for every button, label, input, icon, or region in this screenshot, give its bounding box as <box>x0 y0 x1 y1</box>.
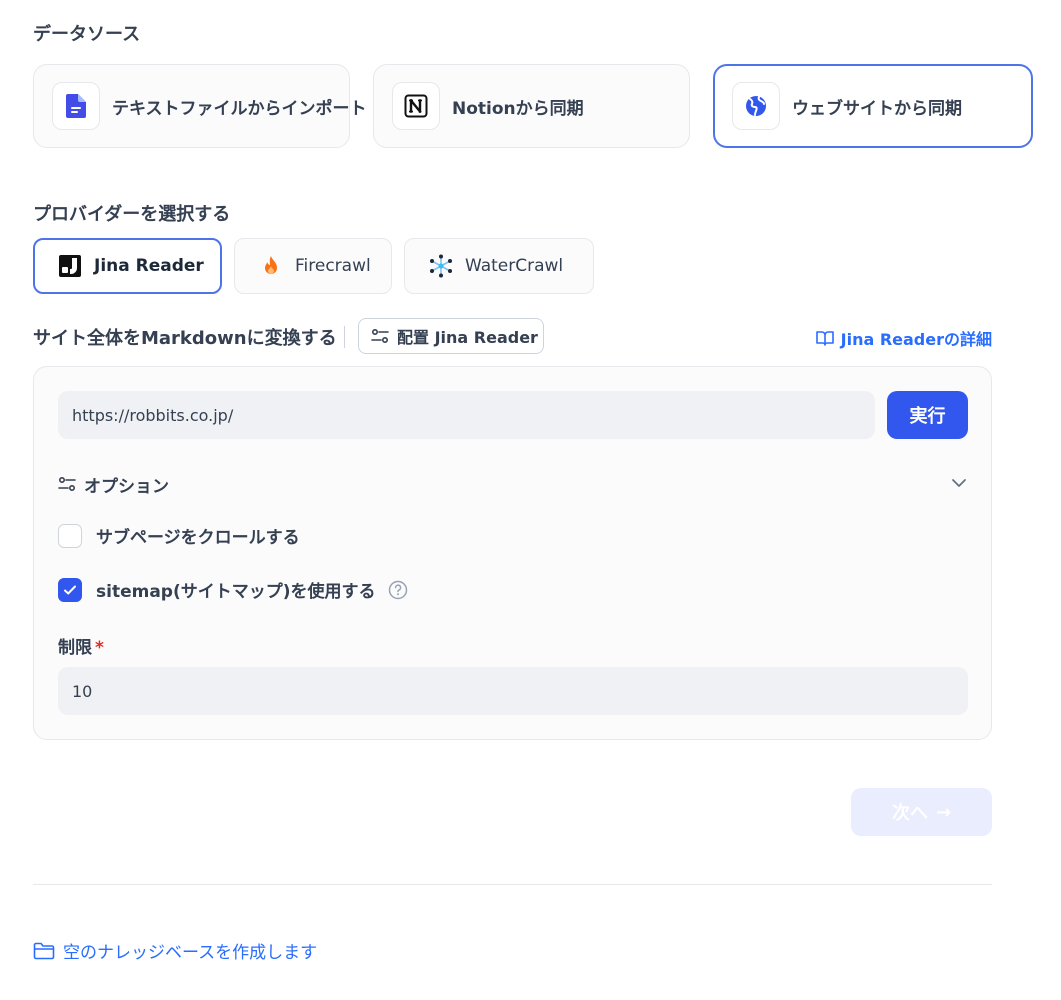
create-empty-knowledge-base-link[interactable]: 空のナレッジベースを作成します <box>33 938 317 963</box>
configure-button-label: 配置 Jina Reader <box>397 328 538 347</box>
use-sitemap-option[interactable]: sitemap(サイトマップ)を使用する <box>58 577 408 602</box>
provider-option-label: Jina Reader <box>94 256 204 276</box>
url-input-value: https://robbits.co.jp/ <box>72 405 234 425</box>
use-sitemap-checkbox[interactable] <box>58 577 82 602</box>
settings-sliders-icon <box>58 476 76 492</box>
provider-option-label: Firecrawl <box>295 256 371 276</box>
options-toggle[interactable]: オプション <box>58 471 968 497</box>
arrow-right-icon: → <box>935 801 952 823</box>
file-text-icon <box>52 82 100 130</box>
next-button-label: 次へ <box>891 803 928 824</box>
watercrawl-logo-icon <box>429 254 453 278</box>
settings-sliders-icon <box>371 328 389 344</box>
folder-icon <box>33 942 55 959</box>
run-button[interactable]: 実行 <box>887 391 968 439</box>
limit-label-text: 制限 <box>58 638 92 658</box>
data-source-card-text-file[interactable]: テキストファイルからインポート <box>33 64 367 148</box>
data-source-card-label: テキストファイルからインポート <box>112 98 367 119</box>
globe-icon <box>732 82 780 130</box>
data-source-card-website[interactable]: ウェブサイトから同期 <box>713 64 1033 148</box>
limit-input[interactable]: 10 <box>58 667 968 715</box>
empty-kb-link-label: 空のナレッジベースを作成します <box>63 943 318 963</box>
limit-label: 制限 * <box>58 633 104 658</box>
jina-logo-icon <box>58 254 82 278</box>
required-mark: * <box>95 638 104 658</box>
chevron-down-icon[interactable] <box>950 474 968 492</box>
limit-input-value: 10 <box>72 681 93 701</box>
docs-link-label: Jina Readerの詳細 <box>840 330 992 349</box>
provider-option-watercrawl[interactable]: WaterCrawl <box>404 238 594 294</box>
book-open-icon <box>815 331 834 346</box>
crawl-subpages-checkbox[interactable] <box>58 523 82 548</box>
fire-icon <box>259 254 283 278</box>
crawl-subpages-option[interactable]: サブページをクロールする <box>58 523 300 548</box>
configure-jina-reader-button[interactable]: 配置 Jina Reader <box>358 318 544 354</box>
use-sitemap-label: sitemap(サイトマップ)を使用する <box>96 582 376 602</box>
options-label: オプション <box>84 476 169 497</box>
data-source-title: データソース <box>33 24 141 45</box>
data-source-card-label: Notionから同期 <box>452 98 584 119</box>
vertical-divider <box>344 326 345 348</box>
crawl-subpages-label: サブページをクロールする <box>96 528 300 548</box>
url-input[interactable]: https://robbits.co.jp/ <box>58 391 875 439</box>
check-icon <box>64 585 76 594</box>
convert-title: サイト全体をMarkdownに変換する <box>33 328 337 349</box>
data-source-card-notion[interactable]: Notionから同期 <box>373 64 690 148</box>
horizontal-divider <box>33 884 992 885</box>
crawl-options-panel: https://robbits.co.jp/ 実行 オプション サブページをクロ… <box>33 366 992 740</box>
notion-icon <box>392 82 440 130</box>
provider-option-firecrawl[interactable]: Firecrawl <box>234 238 392 294</box>
provider-option-label: WaterCrawl <box>465 256 564 276</box>
jina-reader-docs-link[interactable]: Jina Readerの詳細 <box>815 326 992 350</box>
provider-title: プロバイダーを選択する <box>33 204 231 225</box>
provider-option-jina-reader[interactable]: Jina Reader <box>33 238 222 294</box>
data-source-card-label: ウェブサイトから同期 <box>792 98 962 119</box>
help-circle-icon[interactable] <box>388 580 408 600</box>
next-button[interactable]: 次へ → <box>851 788 992 836</box>
